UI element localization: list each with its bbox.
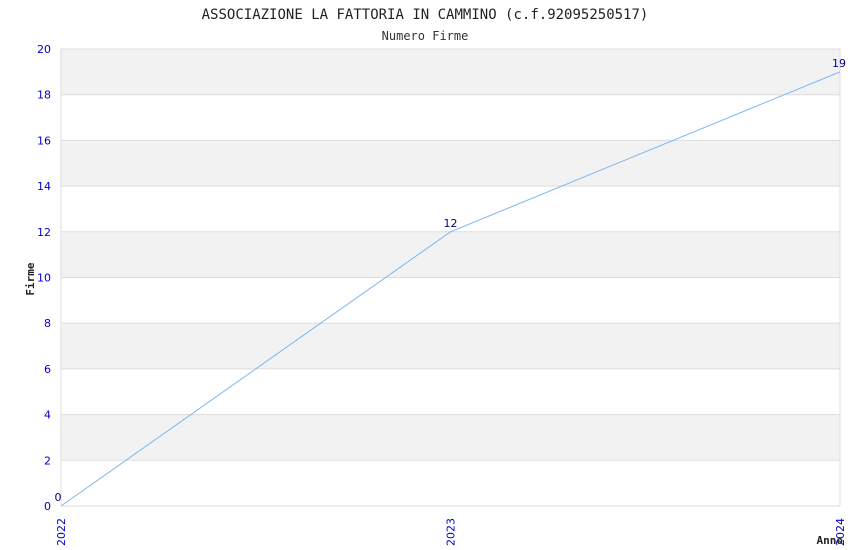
y-tick-label: 12 <box>37 226 51 239</box>
grid-band <box>61 231 840 278</box>
x-tick-label: 2023 <box>445 518 458 546</box>
chart-title: ASSOCIAZIONE LA FATTORIA IN CAMMINO (c.f… <box>202 7 649 23</box>
data-label: 12 <box>444 217 458 230</box>
y-tick-label: 18 <box>37 89 51 102</box>
grid-band <box>61 277 840 324</box>
grid-band <box>61 414 840 461</box>
y-tick-label: 20 <box>37 43 51 56</box>
grid-band <box>61 49 840 95</box>
data-label: 19 <box>832 57 846 70</box>
data-label: 0 <box>55 491 62 504</box>
y-tick-label: 10 <box>37 272 51 285</box>
y-tick-label: 2 <box>44 454 51 467</box>
y-tick-label: 4 <box>44 409 51 422</box>
x-axis-label: Anno <box>817 534 844 547</box>
y-tick-label: 6 <box>44 363 51 376</box>
y-tick-label: 0 <box>44 500 51 513</box>
x-tick-label: 2022 <box>55 518 68 546</box>
grid-band <box>61 460 840 506</box>
y-axis-label: Firme <box>24 262 37 295</box>
y-tick-label: 16 <box>37 134 51 147</box>
y-tick-label: 14 <box>37 180 51 193</box>
grid-band <box>61 140 840 187</box>
y-axis-ticks: 0 2 4 6 8 10 12 14 16 18 20 <box>37 43 51 513</box>
y-tick-label: 8 <box>44 317 51 330</box>
chart-subtitle: Numero Firme <box>382 29 469 43</box>
chart: ASSOCIAZIONE LA FATTORIA IN CAMMINO (c.f… <box>24 7 847 547</box>
grid-band <box>61 94 840 141</box>
x-axis-ticks: 2022 2023 2024 <box>55 518 847 546</box>
grid-band <box>61 368 840 415</box>
grid-band <box>61 323 840 369</box>
